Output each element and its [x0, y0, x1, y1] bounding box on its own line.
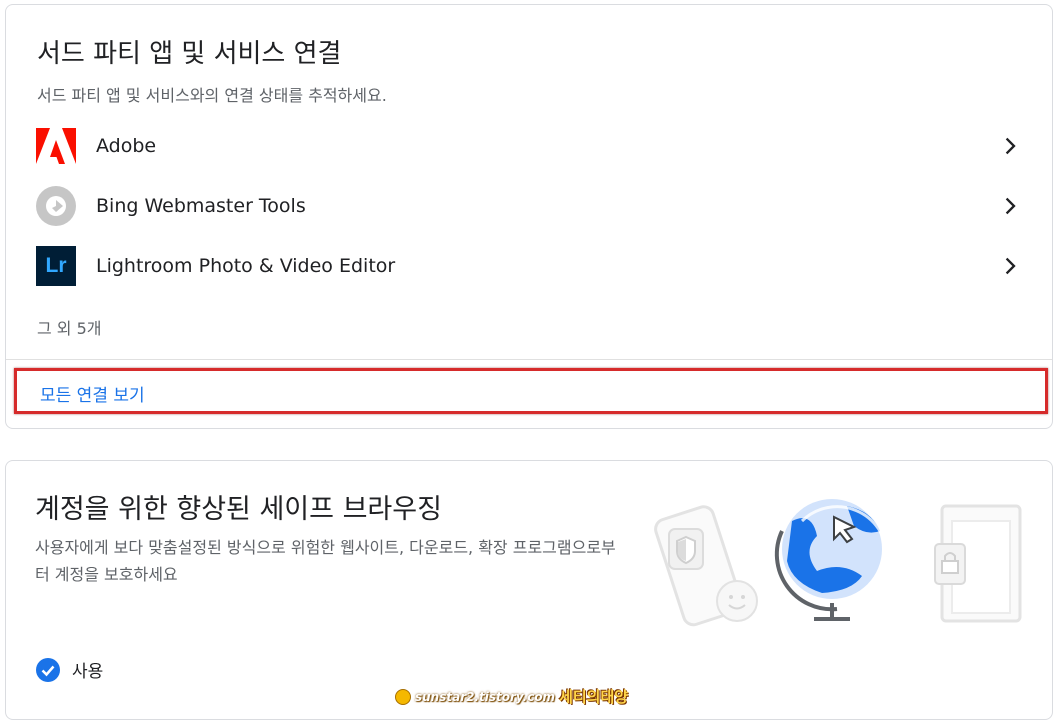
connection-item-adobe[interactable]: Adobe: [6, 116, 1052, 176]
connection-label: Lightroom Photo & Video Editor: [96, 255, 396, 277]
view-all-connections-link[interactable]: 모든 연결 보기: [40, 381, 145, 406]
lightroom-logo-text: Lr: [45, 254, 67, 277]
status-label: 사용: [72, 662, 104, 682]
watermark-site: sunstar2.tistory.com: [415, 689, 556, 704]
smiley-icon: [395, 688, 411, 705]
chevron-right-icon: [1005, 197, 1016, 215]
connections-subtitle: 서드 파티 앱 및 서비스와의 연결 상태를 추적하세요.: [37, 86, 387, 105]
safe-browsing-illustration-icon: [654, 499, 1022, 627]
chevron-right-icon: [1005, 137, 1016, 155]
more-connections-count: 그 외 5개: [37, 319, 102, 338]
safe-browsing-card: 계정을 위한 향상된 세이프 브라우징 사용자에게 보다 맞춤설정된 방식으로 …: [5, 460, 1053, 720]
highlight-box: 모든 연결 보기: [14, 368, 1048, 414]
connection-label: Adobe: [96, 135, 157, 157]
divider: [6, 359, 1052, 360]
watermark: sunstar2.tistory.com 세티의태양: [395, 686, 628, 707]
third-party-connections-card: 서드 파티 앱 및 서비스 연결 서드 파티 앱 및 서비스와의 연결 상태를 …: [5, 4, 1053, 429]
bing-webmaster-logo-icon: [36, 186, 76, 226]
lightroom-logo-icon: Lr: [36, 246, 76, 286]
safe-browsing-title: 계정을 위한 향상된 세이프 브라우징: [35, 494, 442, 525]
connection-label: Bing Webmaster Tools: [96, 195, 306, 217]
safe-browsing-status[interactable]: 사용: [36, 657, 103, 682]
chevron-right-icon: [1005, 257, 1016, 275]
safe-browsing-description: 사용자에게 보다 맞춤설정된 방식으로 위험한 웹사이트, 다운로드, 확장 프…: [35, 538, 616, 584]
connection-item-lightroom[interactable]: Lr Lightroom Photo & Video Editor: [6, 236, 1052, 296]
watermark-name: 세티의태양: [559, 688, 629, 706]
connections-title: 서드 파티 앱 및 서비스 연결: [37, 39, 342, 69]
adobe-logo-icon: [36, 126, 76, 166]
connection-item-bing-webmaster-tools[interactable]: Bing Webmaster Tools: [6, 176, 1052, 236]
check-circle-icon: [36, 657, 60, 682]
